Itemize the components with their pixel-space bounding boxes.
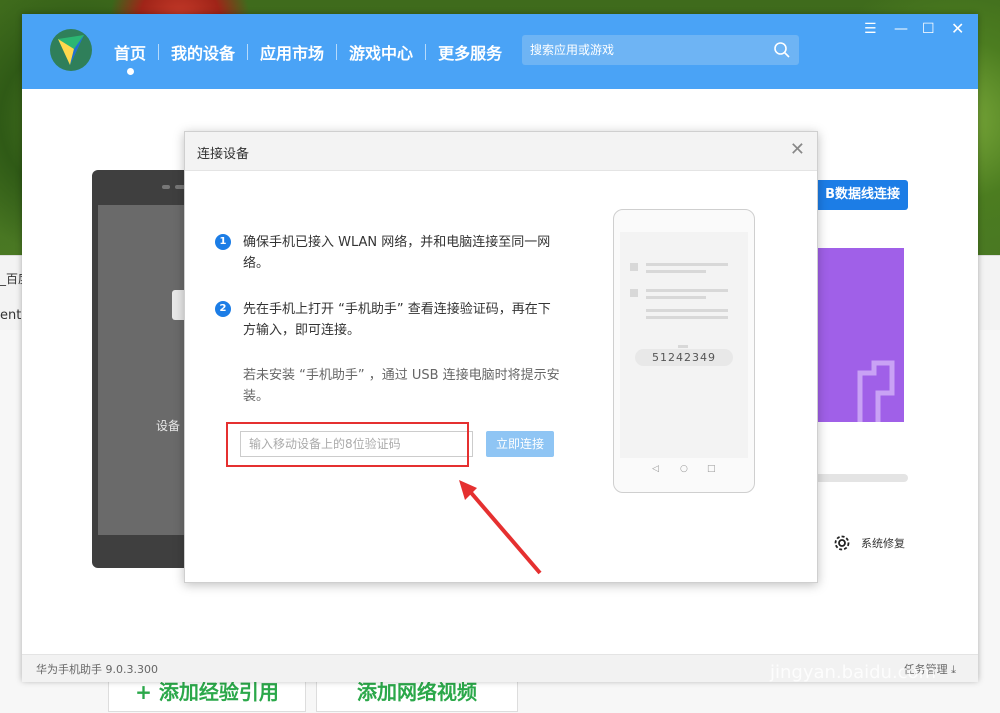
baidu-watermark: Baidu经验 [758, 610, 967, 656]
step-2-text: 先在手机上打开 “手机助手” 查看连接验证码，再在下方输入，即可连接。 [243, 302, 551, 338]
phone-placeholder-line [678, 345, 688, 348]
connect-now-button[interactable]: 立即连接 [486, 431, 554, 457]
phone-placeholder-line [646, 289, 728, 292]
baidu-watermark-url: jingyan.baidu.com [770, 662, 937, 683]
search-input[interactable] [522, 35, 770, 65]
app-logo-icon [50, 29, 92, 71]
version-text: 华为手机助手 9.0.3.300 [36, 663, 158, 676]
annotation-highlight-box [226, 422, 469, 467]
phone-back-icon: ◁ [652, 464, 659, 474]
annotation-arrow-icon [459, 480, 542, 575]
step-1-badge: 1 [215, 234, 231, 250]
phone-placeholder-line [646, 296, 706, 299]
phone-recent-icon: □ [707, 464, 716, 474]
nav-my-devices[interactable]: 我的设备 [159, 40, 247, 64]
step-1-text: 确保手机已接入 WLAN 网络，并和电脑连接至同一网络。 [243, 235, 551, 271]
step-2: 2 先在手机上打开 “手机助手” 查看连接验证码，再在下方输入，即可连接。 [215, 299, 551, 341]
nav-app-market[interactable]: 应用市场 [248, 40, 336, 64]
device-screen [98, 205, 187, 535]
search-icon[interactable] [773, 41, 791, 59]
device-illustration: 设备 [92, 170, 187, 568]
dialog-title: 连接设备 [197, 147, 250, 162]
phone-verification-code: 51242349 [635, 349, 733, 366]
menu-icon[interactable]: ☰ [864, 22, 877, 36]
phone-placeholder-line [646, 316, 728, 319]
dialog-close-icon[interactable]: ✕ [790, 141, 805, 159]
dialog-header: 连接设备 ✕ [185, 132, 817, 171]
phone-screen [620, 232, 748, 458]
maximize-icon[interactable]: ☐ [922, 22, 935, 36]
nav-game-center[interactable]: 游戏中心 [337, 40, 425, 64]
promo-graphic-icon [857, 360, 895, 422]
close-window-icon[interactable]: ✕ [951, 21, 964, 37]
step-2-badge: 2 [215, 301, 231, 317]
phone-home-icon: ○ [680, 464, 688, 474]
nav-home[interactable]: 首页 [102, 40, 158, 75]
step-1: 1 确保手机已接入 WLAN 网络，并和电脑连接至同一网络。 [215, 232, 551, 274]
nav-more-services[interactable]: 更多服务 [426, 40, 514, 64]
gear-icon [834, 535, 850, 551]
phone-placeholder-line [646, 309, 728, 312]
install-hint: 若未安装 “手机助手” ，通过 USB 连接电脑时将提示安装。 [243, 368, 560, 404]
promo-card[interactable] [812, 248, 904, 422]
top-bar: 首页 我的设备 应用市场 游戏中心 更多服务 ☰ — ☐ ✕ [22, 14, 978, 89]
device-text: 设备 [156, 419, 181, 433]
phone-placeholder-box [630, 263, 638, 271]
main-nav: 首页 我的设备 应用市场 游戏中心 更多服务 [102, 40, 514, 75]
download-icon: ⤓ [951, 663, 956, 676]
background-text-2: ent [0, 308, 22, 323]
app-window: 首页 我的设备 应用市场 游戏中心 更多服务 ☰ — ☐ ✕ 设备 [22, 14, 978, 682]
phone-placeholder-line [646, 263, 728, 266]
minimize-icon[interactable]: — [894, 22, 908, 36]
search-box [522, 35, 799, 65]
phone-illustration: 51242349 ◁ ○ □ [613, 209, 755, 493]
phone-placeholder-line [646, 270, 706, 273]
system-repair-button[interactable]: 系统修复 [833, 534, 905, 552]
system-repair-label: 系统修复 [861, 537, 905, 550]
phone-placeholder-box [630, 289, 638, 297]
progress-bar [812, 474, 908, 482]
